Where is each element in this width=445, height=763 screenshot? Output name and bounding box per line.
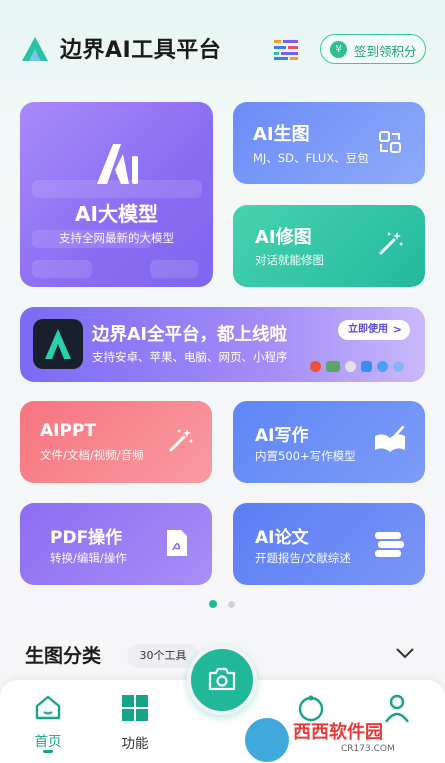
use-now-button[interactable]: 立即使用 > [338,320,410,340]
ai-paper-title: AI论文 [255,528,309,548]
ai-edit-title: AI修图 [255,227,312,248]
nav-home-label: 首页 [34,734,62,750]
ai-edit-card[interactable]: AI修图 对话就能修图 [233,205,425,287]
ai-edit-subtitle: 对话就能修图 [255,253,324,267]
ai-model-icon [97,144,138,184]
grid-icon [122,695,148,721]
platform-icons [310,357,420,372]
watermark-logo [245,718,289,762]
coin-icon: ¥ [330,41,347,58]
site-watermark: 西西软件园 CR173.COM [245,710,425,762]
ai-ppt-card[interactable]: AIPPT 文件/文档/视频/音频 [20,401,212,483]
ai-paper-subtitle: 开题报告/文献综述 [255,551,351,565]
apps-menu-icon[interactable] [274,40,298,60]
watermark-text: 西西软件园 [293,722,383,743]
browser-icon [377,361,388,372]
platform-banner[interactable]: 边界AI全平台，都上线啦 支持安卓、苹果、电脑、网页、小程序 立即使用 > [20,307,425,382]
camera-button[interactable] [187,645,257,715]
nav-active-indicator [43,750,53,753]
ai-write-title: AI写作 [255,426,309,446]
pdf-tools-subtitle: 转换/编辑/操作 [50,551,127,565]
app-logo-icon [22,37,48,61]
magic-wand-icon [379,232,403,255]
watermark-domain: CR173.COM [341,744,395,754]
ai-model-subtitle: 支持全网最新的大模型 [59,231,174,245]
ai-generate-title: AI生图 [253,124,310,145]
signin-points-button[interactable]: ¥ 签到领积分 [320,34,426,64]
ai-generate-subtitle: MJ、SD、FLUX、豆包 [253,151,369,165]
app-header: 边界AI工具平台 ¥ 签到领积分 [0,0,445,90]
camera-icon [208,667,236,691]
decorative-line [150,260,198,278]
ai-write-card[interactable]: AI写作 内置500+写作模型 [233,401,425,483]
ai-write-subtitle: 内置500+写作模型 [255,449,356,463]
pdf-tools-card[interactable]: PDF操作 转换/编辑/操作 [20,503,212,585]
nav-home[interactable]: 首页 [18,694,78,750]
nav-features-label: 功能 [121,736,149,752]
app-title: 边界AI工具平台 [60,38,222,63]
pdf-tools-title: PDF操作 [50,528,123,548]
chevron-right-icon: > [392,323,402,336]
ai-generate-card[interactable]: AI生图 MJ、SD、FLUX、豆包 [233,102,425,184]
home-icon [35,695,61,720]
apple-icon [345,361,356,372]
ai-model-title: AI大模型 [75,202,158,226]
app-logo-icon [33,319,83,369]
ai-ppt-title: AIPPT [40,421,96,441]
chrome-icon [310,361,321,372]
signin-label: 签到领积分 [354,44,417,59]
ai-ppt-subtitle: 文件/文档/视频/音频 [40,448,144,462]
ai-paper-card[interactable]: AI论文 开题报告/文献综述 [233,503,425,585]
image-generate-icon [379,131,401,153]
use-now-label: 立即使用 [348,324,388,335]
carousel-dot[interactable] [228,601,235,608]
pdf-file-icon [167,530,187,556]
category-title: 生图分类 [25,645,102,667]
windows-icon [361,361,372,372]
nav-features[interactable]: 功能 [105,694,165,752]
decorative-line [32,260,92,278]
android-icon [326,361,340,372]
tool-count-badge: 30个工具 [127,644,199,668]
ai-model-card[interactable]: AI大模型 支持全网最新的大模型 [20,102,213,287]
mini-program-icon [393,361,404,372]
carousel-dot-active[interactable] [209,600,217,608]
banner-title: 边界AI全平台，都上线啦 [92,325,288,345]
open-book-icon [375,426,405,452]
magic-wand-icon [169,429,193,452]
banner-subtitle: 支持安卓、苹果、电脑、网页、小程序 [92,350,288,364]
chevron-down-icon[interactable] [395,646,415,660]
book-stack-icon [375,532,404,557]
